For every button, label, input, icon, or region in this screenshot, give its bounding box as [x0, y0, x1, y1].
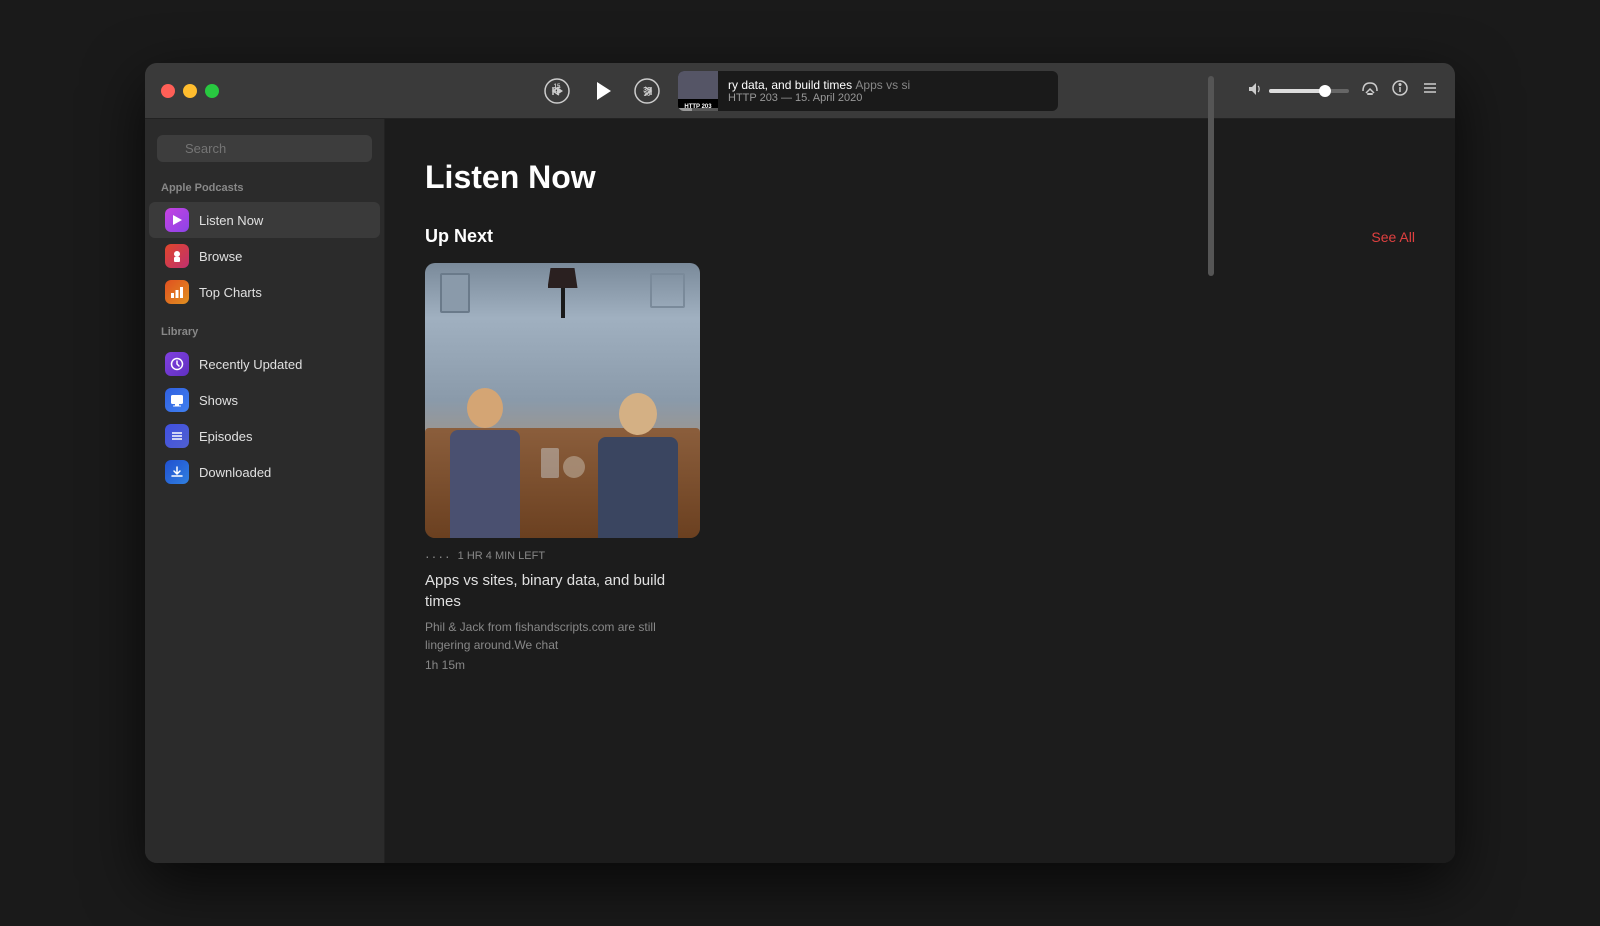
now-playing-info: HTTP 203 ry data, and build times Apps v…: [678, 71, 1058, 111]
episode-title: Apps vs sites, binary data, and build ti…: [425, 570, 700, 612]
content-area: Listen Now Up Next See All: [385, 119, 1455, 863]
top-charts-label: Top Charts: [199, 285, 262, 300]
podcast-artwork: HTTP 203: [425, 263, 700, 538]
list-icon[interactable]: [1421, 79, 1439, 102]
sidebar-item-top-charts[interactable]: Top Charts: [149, 274, 380, 310]
airplay-icon[interactable]: [1361, 79, 1379, 102]
person-left: [445, 388, 525, 538]
downloaded-label: Downloaded: [199, 465, 271, 480]
svg-text:30: 30: [644, 92, 651, 98]
volume-slider[interactable]: [1269, 89, 1349, 93]
episodes-label: Episodes: [199, 429, 252, 444]
title-bar-right: [1247, 79, 1439, 102]
browse-label: Browse: [199, 249, 242, 264]
recently-updated-label: Recently Updated: [199, 357, 302, 372]
minimize-button[interactable]: [183, 84, 197, 98]
recently-updated-icon: [165, 352, 189, 376]
shows-label: Shows: [199, 393, 238, 408]
forward-button[interactable]: 30: [632, 76, 662, 106]
progress-dots: ····: [425, 548, 452, 564]
search-input[interactable]: [157, 135, 372, 162]
search-wrapper: [157, 135, 372, 162]
top-charts-icon: [165, 280, 189, 304]
maximize-button[interactable]: [205, 84, 219, 98]
picture-frame-left: [440, 273, 470, 313]
up-next-section-header: Up Next See All: [425, 226, 1415, 247]
lamp: [548, 268, 578, 318]
now-playing-thumbnail: HTTP 203: [678, 71, 718, 111]
person-right: [595, 393, 680, 538]
listen-now-label: Listen Now: [199, 213, 263, 228]
episode-description: Phil & Jack from fishandscripts.com are …: [425, 618, 700, 654]
sidebar-item-downloaded[interactable]: Downloaded: [149, 454, 380, 490]
library-section-label: Library: [145, 322, 384, 346]
episodes-icon: [165, 424, 189, 448]
shows-icon: [165, 388, 189, 412]
now-playing-subtitle: HTTP 203 — 15. April 2020: [728, 92, 1048, 104]
app-window: 15 30: [145, 63, 1455, 863]
listen-now-icon: [165, 208, 189, 232]
downloaded-icon: [165, 460, 189, 484]
page-title: Listen Now: [425, 159, 1415, 196]
svg-text:15: 15: [554, 84, 561, 90]
play-button[interactable]: [588, 77, 616, 105]
scrollbar-track: [1207, 119, 1215, 863]
rewind-button[interactable]: 15: [542, 76, 572, 106]
apple-podcasts-section-label: Apple Podcasts: [145, 178, 384, 202]
episode-duration: 1h 15m: [425, 658, 700, 672]
close-button[interactable]: [161, 84, 175, 98]
title-bar: 15 30: [145, 63, 1455, 119]
see-all-button[interactable]: See All: [1371, 229, 1415, 245]
episode-meta: ···· 1 HR 4 MIN LEFT: [425, 548, 700, 564]
info-icon[interactable]: [1391, 79, 1409, 102]
progress-bar[interactable]: [678, 108, 718, 111]
search-container: [145, 135, 384, 178]
volume-icon: [1247, 81, 1263, 100]
sidebar-item-episodes[interactable]: Episodes: [149, 418, 380, 454]
sidebar: Apple Podcasts Listen Now Browse: [145, 119, 385, 863]
artwork-background: [425, 263, 700, 538]
time-left: 1 HR 4 MIN LEFT: [458, 550, 545, 562]
sidebar-item-shows[interactable]: Shows: [149, 382, 380, 418]
up-next-title: Up Next: [425, 226, 493, 247]
now-playing-text: ry data, and build times Apps vs si HTTP…: [718, 74, 1058, 108]
browse-icon: [165, 244, 189, 268]
traffic-lights: [161, 84, 219, 98]
sidebar-item-listen-now[interactable]: Listen Now: [149, 202, 380, 238]
podcast-card[interactable]: HTTP 203 ···· 1 HR 4 MIN LEFT Apps vs si…: [425, 263, 700, 672]
now-playing-title: ry data, and build times Apps vs si: [728, 78, 1048, 92]
transport-controls: 15 30: [542, 76, 662, 106]
main-content: Apple Podcasts Listen Now Browse: [145, 119, 1455, 863]
volume-control: [1247, 81, 1349, 100]
sidebar-item-browse[interactable]: Browse: [149, 238, 380, 274]
scrollbar-thumb[interactable]: [1208, 119, 1214, 276]
sidebar-item-recently-updated[interactable]: Recently Updated: [149, 346, 380, 382]
picture-frame-right: [650, 273, 685, 308]
